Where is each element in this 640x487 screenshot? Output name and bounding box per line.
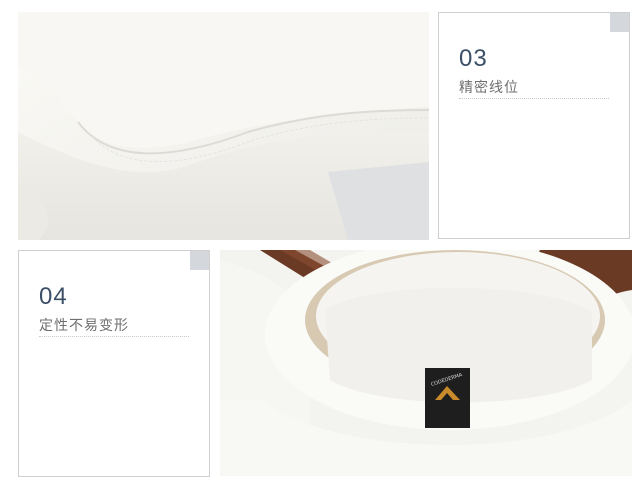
panel-caption: 精密线位 [459,80,519,96]
collar-hanger-illustration: CODEDERMA [220,250,632,476]
seam-closeup-illustration [18,12,429,240]
seam-closeup-photo [18,12,429,240]
brand-label-tag: CODEDERMA [425,368,470,428]
panel-number: 04 [39,283,68,310]
detail-card-03: 03 精密线位 [438,12,630,239]
detail-card-04: 04 定性不易变形 [18,250,210,477]
dotted-divider [39,336,189,337]
corner-tab [190,251,209,270]
collar-hanger-photo: CODEDERMA [220,250,632,476]
panel-number: 03 [459,45,488,72]
corner-tab [610,13,629,32]
dotted-divider [459,98,609,99]
panel-caption: 定性不易变形 [39,318,129,334]
